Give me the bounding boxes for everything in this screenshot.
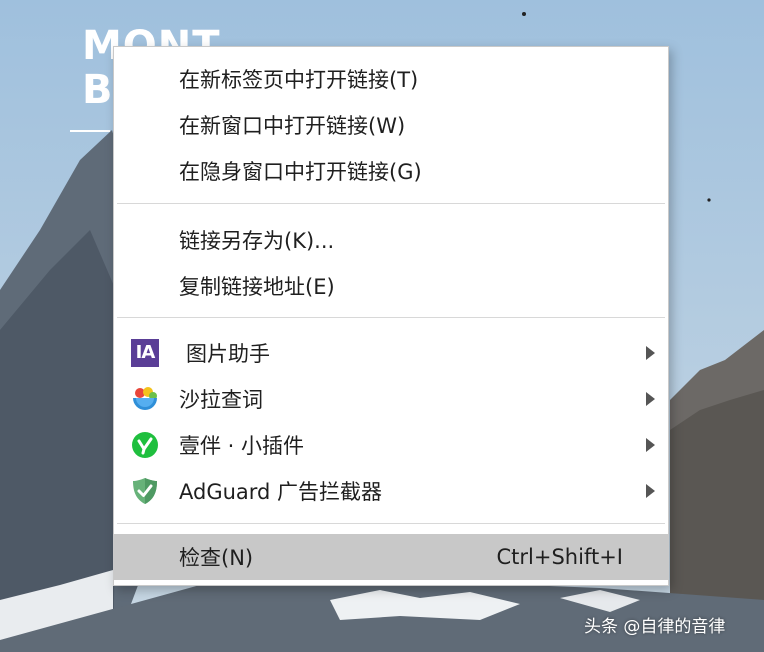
menu-item-label: 复制链接地址(E)	[179, 275, 335, 299]
menu-item-copy-link-address[interactable]: 复制链接地址(E)	[114, 263, 668, 309]
menu-separator	[117, 523, 665, 524]
menu-item-label: 壹伴 · 小插件	[179, 434, 305, 458]
menu-item-open-new-tab[interactable]: 在新标签页中打开链接(T)	[114, 56, 668, 102]
menu-item-save-link-as[interactable]: 链接另存为(K)...	[114, 217, 668, 263]
submenu-arrow-icon	[646, 346, 655, 360]
submenu-arrow-icon	[646, 484, 655, 498]
menu-item-inspect[interactable]: 检查(N) Ctrl+Shift+I	[114, 534, 668, 580]
yiban-icon	[132, 432, 158, 458]
watermark-text: 头条 @自律的音律	[584, 617, 726, 637]
image-assistant-icon: IA	[131, 339, 159, 367]
menu-item-label: 在新窗口中打开链接(W)	[179, 114, 406, 138]
menu-item-adguard[interactable]: AdGuard 广告拦截器	[114, 468, 668, 514]
menu-item-label: 链接另存为(K)...	[179, 229, 335, 253]
menu-item-label: AdGuard 广告拦截器	[179, 480, 383, 504]
menu-item-label: 沙拉查词	[179, 388, 263, 412]
menu-item-label: 图片助手	[186, 342, 270, 366]
menu-item-open-new-window[interactable]: 在新窗口中打开链接(W)	[114, 102, 668, 148]
menu-item-label: 在新标签页中打开链接(T)	[179, 68, 419, 92]
menu-item-image-assistant[interactable]: IA 图片助手	[114, 330, 668, 376]
menu-item-yiban[interactable]: 壹伴 · 小插件	[114, 422, 668, 468]
logo-rule	[70, 130, 110, 132]
menu-item-shortcut: Ctrl+Shift+I	[496, 545, 623, 569]
adguard-shield-icon	[133, 478, 157, 504]
menu-separator	[117, 317, 665, 318]
menu-separator	[117, 203, 665, 204]
saladict-icon	[133, 387, 157, 410]
menu-item-open-incognito[interactable]: 在隐身窗口中打开链接(G)	[114, 148, 668, 194]
menu-item-saladict[interactable]: 沙拉查词	[114, 376, 668, 422]
menu-item-label: 在隐身窗口中打开链接(G)	[179, 160, 422, 184]
context-menu: 在新标签页中打开链接(T) 在新窗口中打开链接(W) 在隐身窗口中打开链接(G)…	[113, 46, 669, 586]
submenu-arrow-icon	[646, 392, 655, 406]
menu-item-label: 检查(N)	[179, 546, 254, 570]
submenu-arrow-icon	[646, 438, 655, 452]
